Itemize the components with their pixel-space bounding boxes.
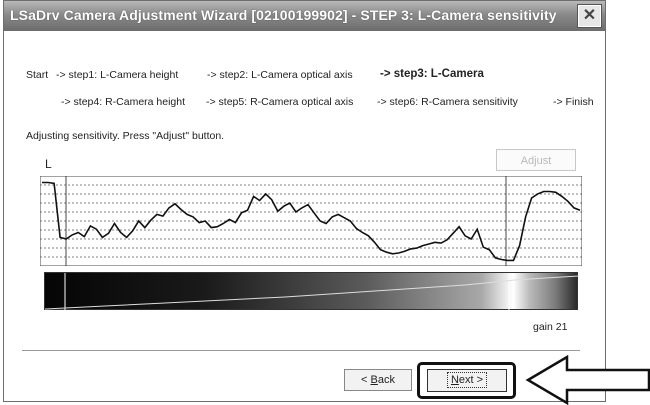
- pointer-arrow-icon: [525, 355, 650, 405]
- step-6: -> step6: R-Camera sensitivity: [377, 96, 518, 108]
- window-title: LSaDrv Camera Adjustment Wizard [0210019…: [10, 7, 557, 23]
- instruction-text: Adjusting sensitivity. Press "Adjust" bu…: [26, 130, 225, 142]
- footer-separator: [22, 350, 580, 352]
- gain-label: gain 21: [533, 321, 568, 333]
- step-2: -> step2: L-Camera optical axis: [207, 69, 353, 81]
- next-rest: ext >: [458, 374, 484, 386]
- step-5: -> step5: R-Camera optical axis: [206, 96, 354, 108]
- step-4: -> step4: R-Camera height: [61, 96, 186, 108]
- next-mnemonic: N: [450, 374, 459, 386]
- back-rest: ack: [377, 374, 395, 386]
- next-button[interactable]: Next >: [427, 369, 507, 392]
- sensor-image-strip: [44, 272, 579, 311]
- step-3-current: -> step3: L-Camera: [380, 68, 484, 80]
- close-icon[interactable]: ✕: [577, 4, 602, 28]
- back-prefix: <: [361, 374, 371, 386]
- back-mnemonic: B: [370, 374, 378, 386]
- step-1: -> step1: L-Camera height: [56, 69, 179, 81]
- sensitivity-graph: [40, 176, 582, 266]
- adjust-button[interactable]: Adjust: [496, 149, 576, 171]
- next-focus-rect: Next >: [446, 372, 488, 388]
- step-start: Start: [26, 69, 49, 81]
- camera-label: L: [45, 157, 52, 171]
- back-button[interactable]: < Back: [344, 369, 412, 391]
- title-bar[interactable]: LSaDrv Camera Adjustment Wizard [0210019…: [4, 1, 605, 31]
- strip-trace: [45, 275, 579, 310]
- step-finish: -> Finish: [553, 96, 594, 108]
